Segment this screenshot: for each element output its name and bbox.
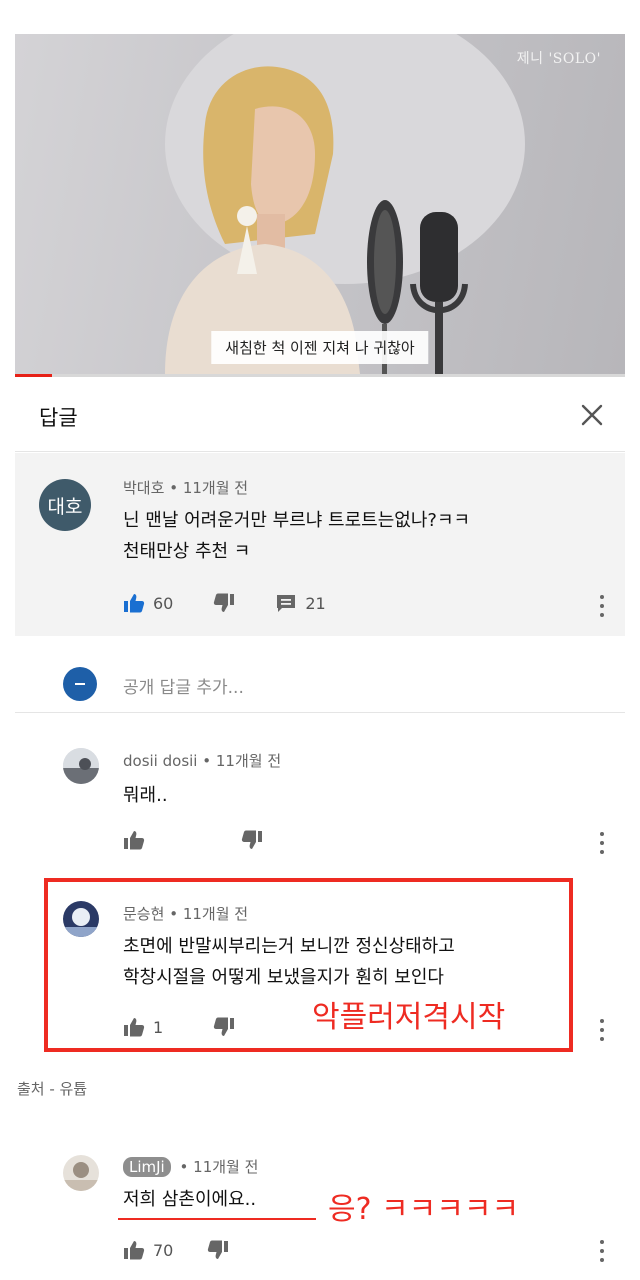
replies-header: 답글 (15, 380, 625, 452)
reply-author-badge[interactable]: LimJi (123, 1157, 171, 1177)
comment-time: 11개월 전 (182, 479, 249, 497)
avatar-photo (63, 748, 99, 784)
dislike-button[interactable] (241, 830, 263, 850)
source-note: 출처 - 유튭 (17, 1080, 88, 1098)
add-reply-input[interactable]: 공개 답글 추가... (123, 673, 244, 698)
thumbs-up-icon (124, 1241, 145, 1260)
annotation-underline (118, 1218, 316, 1220)
reply-time: 11개월 전 (193, 1158, 259, 1176)
thumbs-down-icon (241, 830, 262, 849)
reply-meta: dosii dosii • 11개월 전 (123, 750, 281, 771)
comment-text-line: 천태만상 추천 ㅋ (123, 541, 251, 562)
thumbs-down-icon (214, 593, 235, 612)
video-player[interactable]: 제니 'SOLO' 새침한 척 이젠 지쳐 나 귀찮아 (15, 34, 625, 374)
reply-count-button[interactable]: 21 (275, 593, 326, 613)
avatar[interactable] (63, 748, 99, 784)
reply-author[interactable]: dosii dosii (123, 752, 197, 770)
more-options-icon[interactable] (599, 832, 605, 854)
meta-separator: • (169, 479, 179, 497)
like-button[interactable] (123, 830, 153, 850)
reply-actions (123, 830, 303, 850)
comment-author[interactable]: 박대호 (123, 479, 164, 497)
add-reply-row[interactable]: 공개 답글 추가... (15, 655, 625, 713)
more-options-icon[interactable] (599, 1019, 605, 1041)
close-icon (581, 404, 603, 426)
current-user-avatar (63, 667, 97, 701)
thumbs-down-icon (208, 1240, 229, 1259)
reply-count: 21 (305, 593, 326, 613)
like-button[interactable]: 60 (123, 593, 173, 613)
video-subtitle: 새침한 척 이젠 지쳐 나 귀찮아 (211, 331, 429, 364)
avatar[interactable]: 대호 (39, 479, 91, 531)
comment-text-line: 닌 맨날 어려운거만 부르냐 트로트는없나?ㅋㅋ (123, 510, 471, 531)
like-button[interactable]: 70 (123, 1240, 173, 1260)
thumbs-up-icon (124, 594, 145, 613)
avatar[interactable] (63, 1155, 99, 1191)
video-watermark: 제니 'SOLO' (516, 51, 601, 67)
video-frame (15, 34, 625, 374)
reply-actions: 70 (123, 1240, 269, 1260)
replies-title: 답글 (39, 406, 78, 430)
reply-text: 저희 삼촌이에요.. (123, 1189, 257, 1210)
annotation-reply-note: 응? ㅋㅋㅋㅋㅋ (328, 1192, 520, 1227)
comment-text: 닌 맨날 어려운거만 부르냐 트로트는없나?ㅋㅋ 천태만상 추천 ㅋ (123, 505, 470, 567)
reply-item: dosii dosii • 11개월 전 뭐래.. (15, 740, 625, 860)
thumbs-up-icon (124, 831, 145, 850)
more-options-icon[interactable] (599, 1240, 605, 1262)
meta-separator: • (179, 1158, 189, 1176)
close-button[interactable] (577, 400, 607, 430)
avatar-photo (63, 1155, 99, 1191)
dislike-button[interactable] (213, 593, 235, 613)
comment-meta: 박대호 • 11개월 전 (123, 477, 248, 498)
reply-item: LimJi • 11개월 전 저희 삼촌이에요.. 70 (15, 1150, 625, 1280)
reply-meta: LimJi • 11개월 전 (123, 1156, 258, 1177)
reply-time: 11개월 전 (215, 752, 282, 770)
comment-actions: 60 21 (123, 593, 366, 613)
parent-comment: 대호 박대호 • 11개월 전 닌 맨날 어려운거만 부르냐 트로트는없나?ㅋㅋ… (15, 453, 625, 636)
more-options-icon[interactable] (599, 595, 605, 617)
video-progress-bar[interactable] (15, 374, 625, 377)
video-scene-illustration (165, 34, 525, 374)
like-count: 70 (153, 1240, 174, 1260)
video-progress-fill (15, 374, 52, 377)
dislike-button[interactable] (207, 1240, 229, 1260)
comment-icon (277, 595, 296, 612)
meta-separator: • (202, 752, 212, 770)
like-count: 60 (153, 593, 174, 613)
annotation-box-label: 악플러저격시작 (312, 1000, 506, 1035)
reply-text: 뭐래.. (123, 785, 168, 806)
